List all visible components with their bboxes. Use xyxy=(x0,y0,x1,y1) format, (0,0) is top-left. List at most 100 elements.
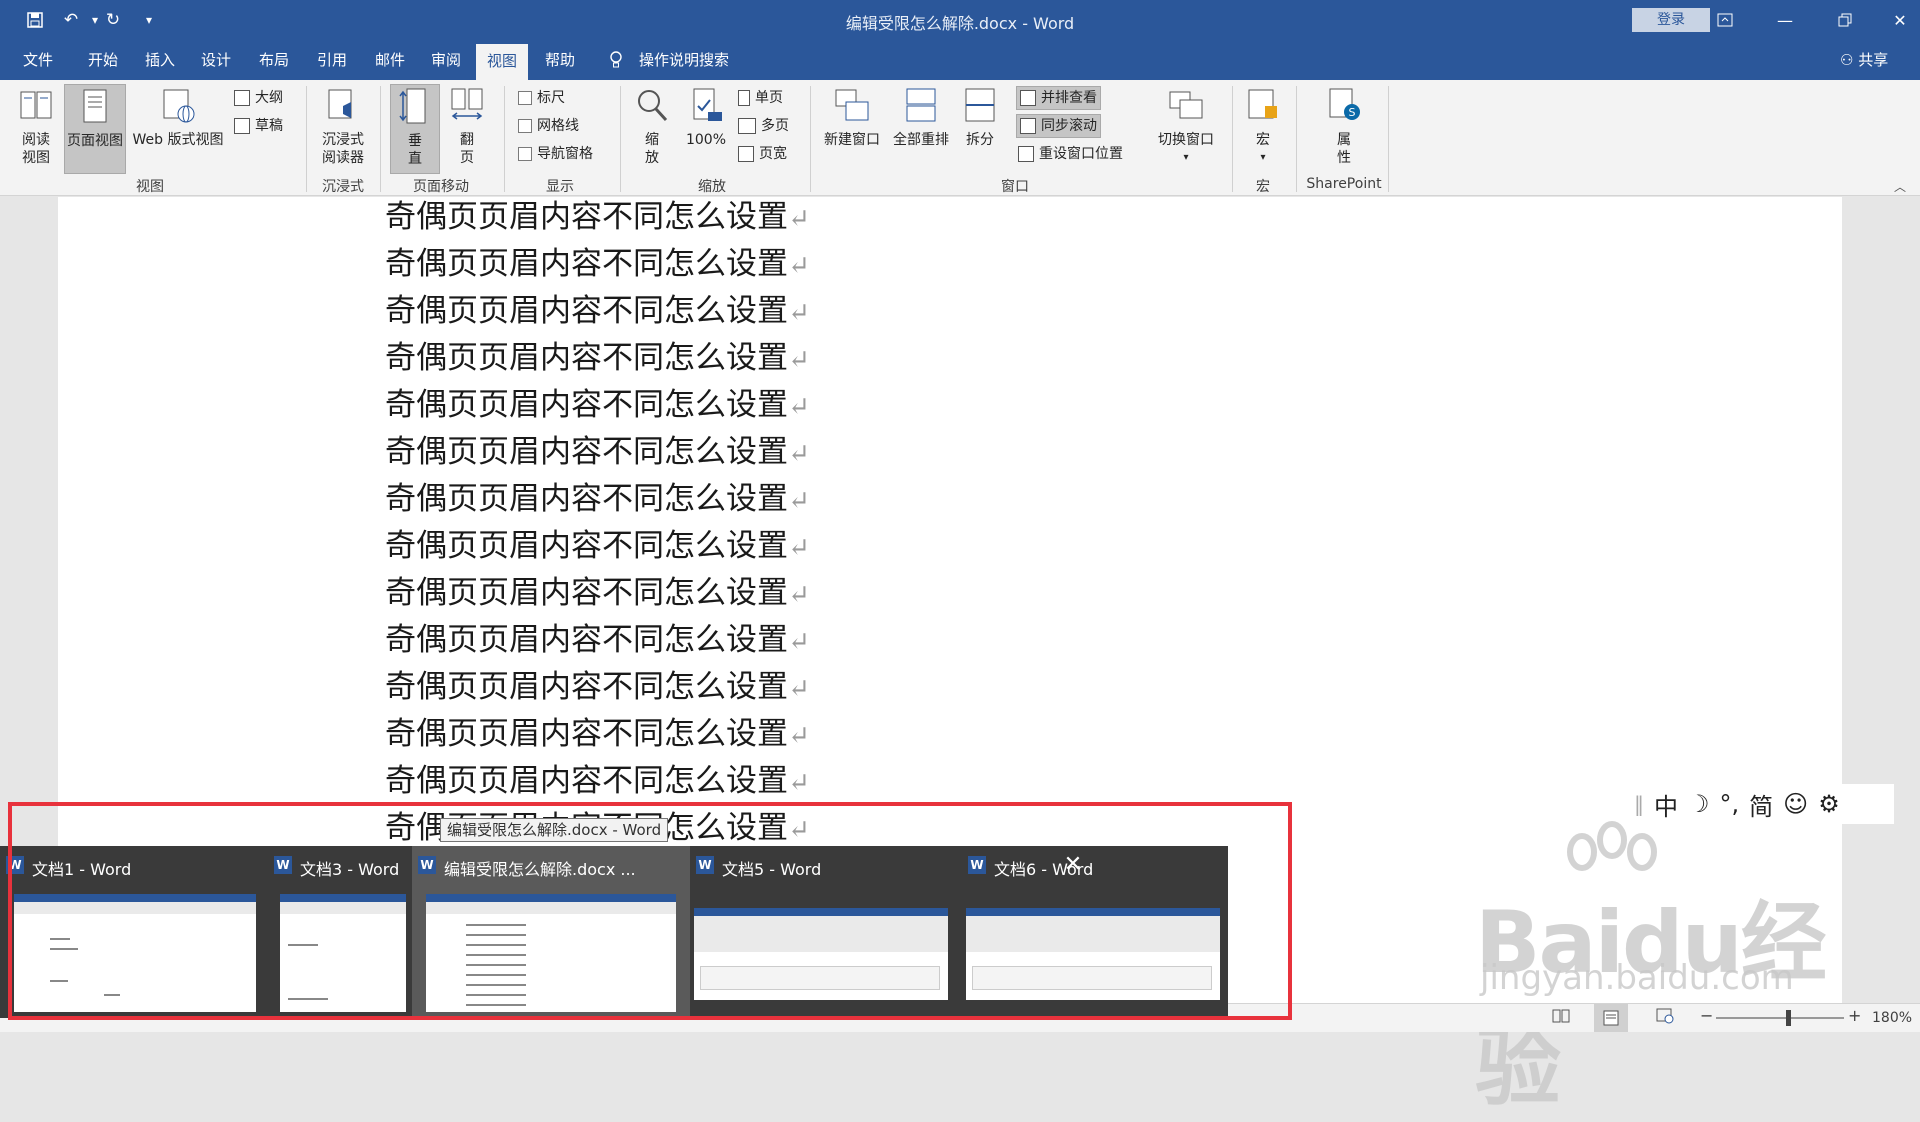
print-layout-status-icon[interactable] xyxy=(1594,1004,1628,1032)
tab-help[interactable]: 帮助 xyxy=(534,40,586,80)
ime-chinese-mode[interactable]: 中 xyxy=(1654,787,1678,822)
collapse-ribbon-icon[interactable]: ︿ xyxy=(1894,178,1906,195)
tab-design[interactable]: 设计 xyxy=(190,40,242,80)
customize-quick-access-icon[interactable]: ▾ xyxy=(136,7,162,33)
restore-icon[interactable] xyxy=(1815,0,1875,40)
tab-view[interactable]: 视图 xyxy=(476,44,528,80)
ime-settings-icon[interactable]: ⚙ xyxy=(1818,790,1840,818)
tab-review[interactable]: 审阅 xyxy=(420,40,472,80)
immersive-reader-button[interactable]: 沉浸式 阅读器 xyxy=(314,84,372,167)
zoom-slider[interactable] xyxy=(1716,1010,1844,1026)
document-line: 奇偶页页眉内容不同怎么设置↵ xyxy=(385,714,810,756)
print-layout-button[interactable]: 页面视图 xyxy=(64,84,126,174)
tab-file[interactable]: 文件 xyxy=(8,40,68,80)
read-mode-status-icon[interactable] xyxy=(1552,1008,1570,1028)
paragraph-mark: ↵ xyxy=(788,251,810,281)
baidu-watermark: Baidu经验 jingyan.baidu.com xyxy=(1470,820,1830,1118)
minimize-icon[interactable]: — xyxy=(1755,0,1815,40)
document-line: 奇偶页页眉内容不同怎么设置↵ xyxy=(385,432,810,474)
gridlines-checkbox-box[interactable] xyxy=(518,119,532,133)
tab-mailings[interactable]: 邮件 xyxy=(364,40,416,80)
ime-drag-handle[interactable]: ‖ xyxy=(1634,792,1644,816)
outline-button[interactable]: 大纲 xyxy=(234,86,283,110)
group-separator xyxy=(1388,86,1389,192)
zoom-in-icon[interactable]: + xyxy=(1848,1006,1861,1025)
navigation-pane-checkbox[interactable]: 导航窗格 xyxy=(518,142,593,166)
annotation-highlight-box xyxy=(8,802,1292,1020)
magnifier-icon xyxy=(638,90,668,122)
zoom-button[interactable]: 缩 放 xyxy=(630,84,674,167)
document-line: 奇偶页页眉内容不同怎么设置↵ xyxy=(385,479,810,521)
view-side-by-side-button[interactable]: 并排查看 xyxy=(1016,86,1101,110)
ime-punctuation-mode[interactable]: °, xyxy=(1720,790,1740,818)
macros-dropdown-icon: ▾ xyxy=(1260,152,1266,163)
immersive-reader-icon xyxy=(328,89,352,119)
watermark-url: jingyan.baidu.com xyxy=(1480,958,1794,998)
one-page-label: 单页 xyxy=(755,90,783,106)
zoom-out-icon[interactable]: − xyxy=(1700,1006,1713,1025)
paragraph-mark: ↵ xyxy=(788,533,810,563)
synchronous-scrolling-button[interactable]: 同步滚动 xyxy=(1016,114,1101,138)
tell-me-search[interactable]: 操作说明搜索 xyxy=(634,40,734,80)
ribbon-display-options-icon[interactable] xyxy=(1695,0,1755,40)
vertical-button[interactable]: 垂 直 xyxy=(390,84,440,174)
switch-windows-button[interactable]: 切换窗口 ▾ xyxy=(1152,84,1220,167)
side-to-side-button[interactable]: 翻 页 xyxy=(442,84,492,167)
document-line-text: 奇偶页页眉内容不同怎么设置 xyxy=(385,199,788,235)
undo-icon[interactable]: ↶ xyxy=(58,7,84,33)
gridlines-checkbox[interactable]: 网格线 xyxy=(518,114,579,138)
page-width-button[interactable]: 页宽 xyxy=(738,142,787,166)
paragraph-mark: ↵ xyxy=(788,298,810,328)
page-width-icon xyxy=(738,146,754,162)
properties-button[interactable]: S 属 性 xyxy=(1312,84,1376,167)
zoom-100-button[interactable]: 100% xyxy=(682,84,730,149)
ruler-label: 标尺 xyxy=(537,90,565,106)
paragraph-mark: ↵ xyxy=(788,345,810,375)
web-layout-button[interactable]: Web 版式视图 xyxy=(128,84,228,149)
tab-layout[interactable]: 布局 xyxy=(248,40,300,80)
ruler-checkbox[interactable]: 标尺 xyxy=(518,86,565,110)
document-line-text: 奇偶页页眉内容不同怎么设置 xyxy=(385,387,788,423)
outline-icon xyxy=(234,90,250,106)
document-line: 奇偶页页眉内容不同怎么设置↵ xyxy=(385,385,810,427)
arrange-all-button[interactable]: 全部重排 xyxy=(888,84,954,149)
close-icon[interactable]: ✕ xyxy=(1870,0,1920,40)
document-line-text: 奇偶页页眉内容不同怎么设置 xyxy=(385,340,788,376)
share-button[interactable]: ⚇ 共享 xyxy=(1840,40,1888,80)
immersive-group-label: 沉浸式 xyxy=(322,179,364,195)
read-mode-icon xyxy=(20,91,52,119)
ruler-checkbox-box[interactable] xyxy=(518,91,532,105)
read-mode-button[interactable]: 阅读 视图 xyxy=(10,84,62,167)
split-button[interactable]: 拆分 xyxy=(956,84,1004,149)
navigation-pane-checkbox-box[interactable] xyxy=(518,147,532,161)
vertical-label: 垂 直 xyxy=(408,133,422,167)
save-icon[interactable] xyxy=(22,7,48,33)
ime-simplified-mode[interactable]: 简 xyxy=(1749,787,1773,822)
macros-button[interactable]: 宏 ▾ xyxy=(1240,84,1286,167)
page-movement-group-label: 页面移动 xyxy=(413,179,469,195)
document-line: 奇偶页页眉内容不同怎么设置↵ xyxy=(385,761,810,803)
tab-home[interactable]: 开始 xyxy=(76,40,130,80)
one-page-button[interactable]: 单页 xyxy=(738,86,783,110)
draft-button[interactable]: 草稿 xyxy=(234,114,283,138)
tab-insert[interactable]: 插入 xyxy=(134,40,186,80)
zoom-slider-thumb[interactable] xyxy=(1786,1010,1791,1026)
reset-window-position-button[interactable]: 重设窗口位置 xyxy=(1018,142,1123,166)
paragraph-mark: ↵ xyxy=(788,392,810,422)
document-line: 奇偶页页眉内容不同怎么设置↵ xyxy=(385,573,810,615)
document-line: 奇偶页页眉内容不同怎么设置↵ xyxy=(385,620,810,662)
document-line: 奇偶页页眉内容不同怎么设置↵ xyxy=(385,667,810,709)
tab-references[interactable]: 引用 xyxy=(306,40,358,80)
redo-icon[interactable]: ↻ xyxy=(100,7,126,33)
sharepoint-group-label: SharePoint xyxy=(1306,176,1382,192)
document-line-text: 奇偶页页眉内容不同怎么设置 xyxy=(385,434,788,470)
zoom-level[interactable]: 180% xyxy=(1872,1010,1912,1026)
ime-emoji-icon[interactable]: ☺ xyxy=(1783,790,1808,818)
web-layout-status-icon[interactable] xyxy=(1656,1008,1674,1028)
new-window-button[interactable]: 新建窗口 xyxy=(818,84,886,149)
switch-windows-icon xyxy=(1169,91,1203,119)
ime-halfwidth-icon[interactable]: ☽ xyxy=(1688,790,1710,818)
vertical-scrollbar[interactable] xyxy=(1903,197,1920,1003)
multiple-pages-button[interactable]: 多页 xyxy=(738,114,789,138)
title-bar: ↶ ▾ ↻ ▾ 编辑受限怎么解除.docx - Word 登录 — ✕ xyxy=(0,0,1920,40)
